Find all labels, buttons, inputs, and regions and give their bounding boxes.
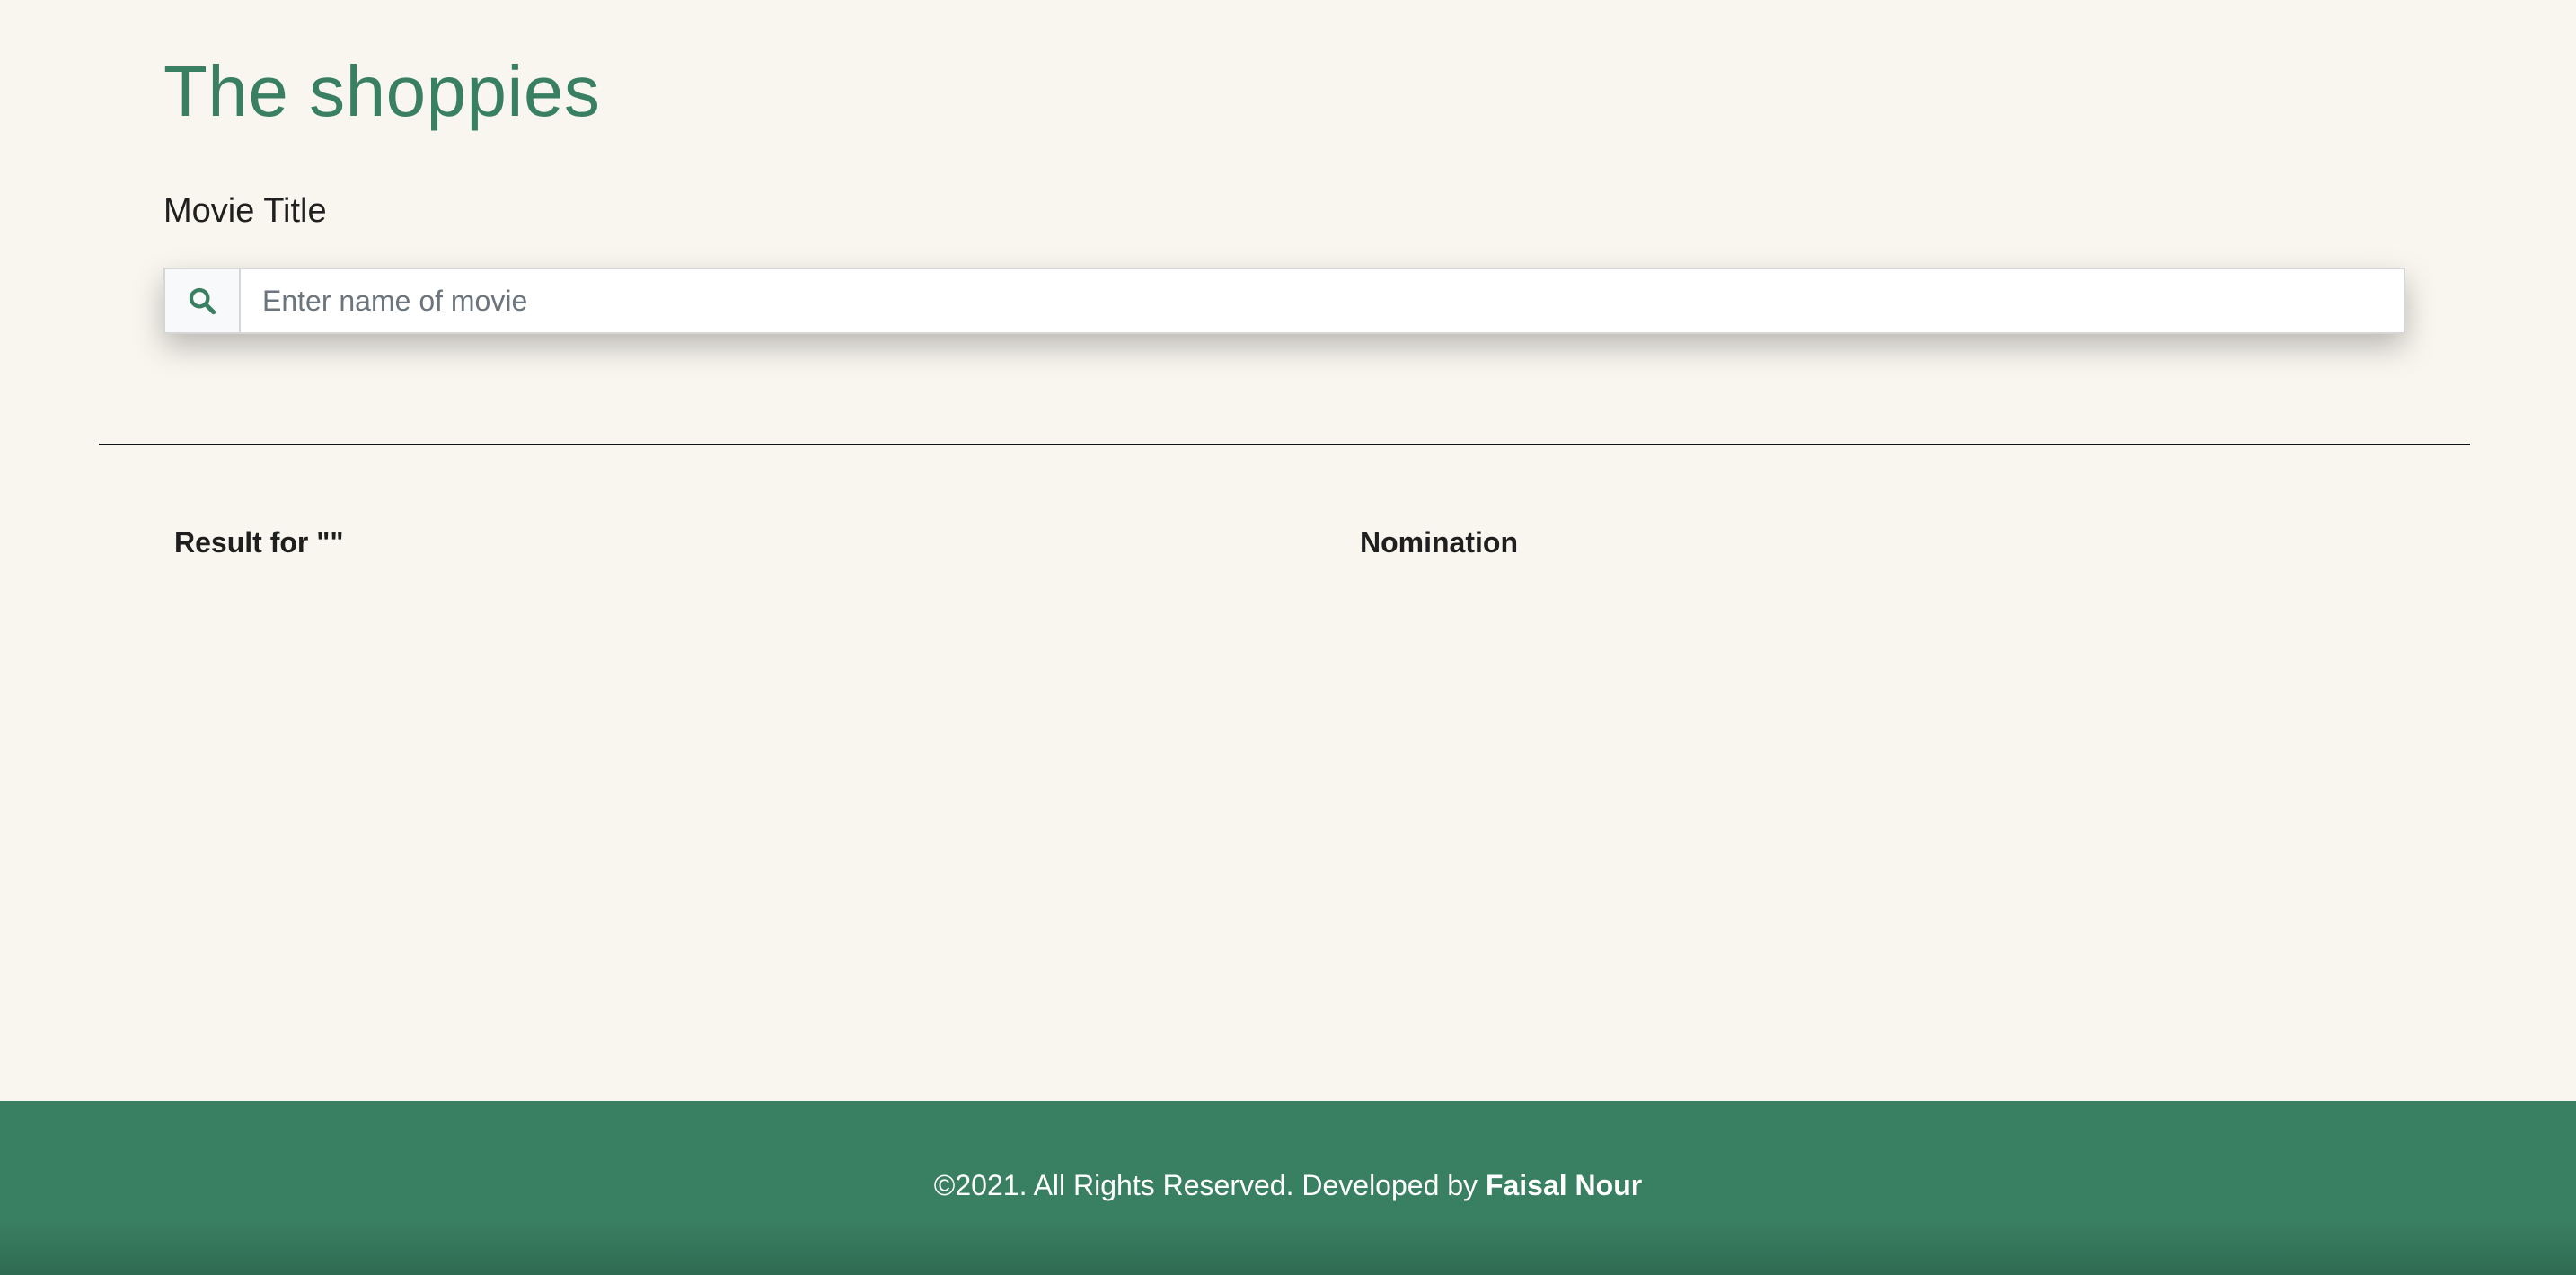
footer-author: Faisal Nour: [1485, 1168, 1643, 1201]
nominations-heading: Nomination: [1360, 526, 1518, 558]
search-icon: [165, 269, 241, 332]
footer-copyright: ©2021. All Rights Reserved. Developed by…: [934, 1169, 1642, 1202]
movie-title-label: Movie Title: [163, 192, 327, 230]
section-divider: [99, 444, 2470, 445]
results-heading: Result for "": [174, 526, 344, 558]
footer: ©2021. All Rights Reserved. Developed by…: [0, 1101, 2576, 1275]
footer-copyright-text: ©2021. All Rights Reserved. Developed by: [933, 1168, 1486, 1201]
search-bar: [163, 268, 2405, 334]
search-input[interactable]: [241, 269, 2404, 332]
site-title: The shoppies: [163, 51, 601, 131]
